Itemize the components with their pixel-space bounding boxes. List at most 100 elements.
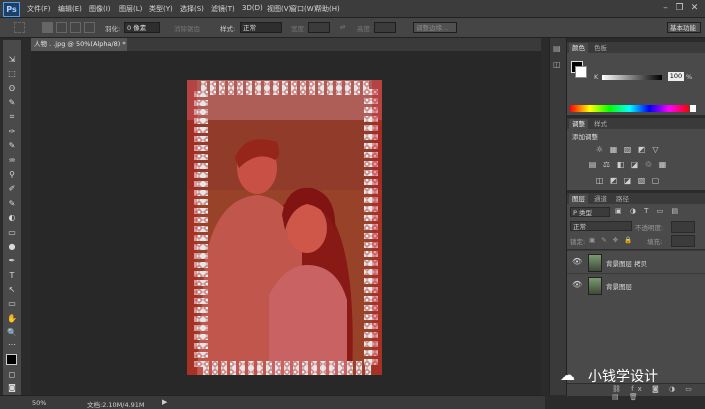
zoom-level[interactable]: 50% (32, 399, 46, 407)
gradient-map-icon[interactable]: ▧ (637, 176, 646, 185)
status-menu-arrow-icon[interactable]: ▶ (162, 398, 167, 406)
type-tool-icon[interactable]: T (5, 270, 19, 281)
invert-icon[interactable]: ◫ (595, 176, 604, 185)
document-tab[interactable]: 人物 . .jpg @ 50%(Alpha/8) * × (31, 38, 127, 51)
eye-icon[interactable]: 👁 (572, 257, 582, 266)
style-select[interactable]: 正常 (240, 22, 282, 33)
foreground-color-swatch[interactable] (6, 354, 17, 365)
blur-tool-icon[interactable]: ▭ (5, 227, 19, 238)
width-input[interactable] (308, 22, 330, 33)
add-selection-icon[interactable] (56, 22, 67, 33)
fill-input[interactable] (671, 235, 695, 247)
levels-icon[interactable]: ▦ (609, 145, 618, 154)
tab-swatches[interactable]: 色板 (591, 43, 610, 53)
lock-icons[interactable]: ▣ ✎ ✥ 🔒 (589, 236, 634, 244)
background-color-swatch[interactable] (575, 66, 587, 78)
layer-actions-icons[interactable]: ⛓ fx ◙ ◑ ▭ ▤ 🗑 (612, 385, 705, 401)
tab-adjustments[interactable]: 调整 (569, 119, 588, 129)
history-panel-icon[interactable]: ▤ (553, 44, 561, 53)
subtract-selection-icon[interactable] (70, 22, 81, 33)
color-panel-tabs: 颜色 色板 (567, 42, 705, 53)
tab-layers[interactable]: 图层 (569, 194, 588, 204)
document-canvas-image[interactable] (187, 80, 382, 375)
minimize-icon[interactable]: – (660, 3, 671, 13)
menu-type[interactable]: 类型(Y) (149, 4, 173, 14)
menu-filter[interactable]: 滤镜(T) (211, 4, 235, 14)
zoom-tool-icon[interactable]: 🔍 (5, 327, 19, 338)
layer-filter-icons[interactable]: ▣ ◑ T ▭ ▤ (615, 207, 681, 215)
eye-icon[interactable]: 👁 (572, 280, 582, 289)
layer-name: 背景图层 (606, 283, 632, 291)
height-input[interactable] (374, 22, 396, 33)
menu-layer[interactable]: 图层(L) (119, 4, 142, 14)
k-value-input[interactable]: 100 (668, 72, 684, 81)
color-balance-icon[interactable]: ⚖ (602, 160, 611, 169)
close-icon[interactable]: ✕ (689, 3, 700, 13)
lasso-tool-icon[interactable]: ʘ (5, 83, 19, 94)
white-ramp-swatch[interactable] (690, 105, 696, 112)
blend-mode-select[interactable]: 正常 (570, 221, 632, 231)
vibrance-icon[interactable]: ▽ (651, 145, 660, 154)
photo-filter-icon[interactable]: ◪ (630, 160, 639, 169)
tab-channels[interactable]: 通道 (591, 194, 610, 204)
screen-mode-icon[interactable]: ◙ (5, 382, 19, 393)
shape-tool-icon[interactable]: ▭ (5, 298, 19, 309)
hand-tool-icon[interactable]: ✋ (5, 313, 19, 324)
tab-paths[interactable]: 路径 (613, 194, 632, 204)
eyedropper-tool-icon[interactable]: ✑ (5, 126, 19, 137)
new-selection-icon[interactable] (42, 22, 53, 33)
swap-icon[interactable]: ⇄ (340, 23, 345, 31)
brightness-icon[interactable]: ☼ (595, 145, 604, 154)
hue-saturation-icon[interactable]: ▤ (588, 160, 597, 169)
marquee-tool-icon[interactable]: ⬚ (5, 68, 19, 79)
menu-edit[interactable]: 编辑(E) (58, 4, 82, 14)
color-lookup-icon[interactable]: ▦ (658, 160, 667, 169)
menu-window[interactable]: 窗口(W) (290, 4, 316, 14)
posterize-icon[interactable]: ◩ (609, 176, 618, 185)
k-slider[interactable] (602, 75, 662, 80)
eraser-tool-icon[interactable]: ✎ (5, 198, 19, 209)
channel-mixer-icon[interactable]: ♲ (644, 160, 653, 169)
tab-color[interactable]: 颜色 (569, 43, 588, 53)
quick-select-tool-icon[interactable]: ✎ (5, 97, 19, 108)
exposure-icon[interactable]: ◩ (637, 145, 646, 154)
selective-color-icon[interactable]: ▢ (651, 176, 660, 185)
quick-mask-icon[interactable]: ◻ (5, 369, 19, 380)
color-spectrum-ramp[interactable] (570, 105, 689, 112)
pen-tool-icon[interactable]: ✒ (5, 255, 19, 266)
photoshop-logo: Ps (3, 2, 20, 17)
dodge-tool-icon[interactable]: ● (5, 241, 19, 252)
more-tools-icon[interactable]: ⋯ (5, 339, 19, 350)
brush-tool-icon[interactable]: ♒ (5, 155, 19, 166)
menu-help[interactable]: 帮助(H) (315, 4, 340, 14)
threshold-icon[interactable]: ◪ (623, 176, 632, 185)
marquee-tool-icon[interactable] (14, 22, 25, 33)
curves-icon[interactable]: ▨ (623, 145, 632, 154)
menu-3d[interactable]: 3D(D) (242, 4, 263, 12)
properties-panel-icon[interactable]: ◫ (553, 60, 561, 69)
opacity-input[interactable] (671, 221, 695, 233)
path-select-tool-icon[interactable]: ↖ (5, 284, 19, 295)
stamp-tool-icon[interactable]: ⚲ (5, 169, 19, 180)
black-white-icon[interactable]: ◧ (616, 160, 625, 169)
layer-filter-select[interactable]: P 类型 (570, 207, 610, 217)
gradient-tool-icon[interactable]: ◐ (5, 212, 19, 223)
menu-file[interactable]: 文件(F) (27, 4, 51, 14)
menu-view[interactable]: 视图(V) (267, 4, 291, 14)
layer-row[interactable]: 👁 背景图层 (567, 273, 705, 297)
restore-icon[interactable]: ❐ (674, 3, 685, 13)
feather-input[interactable]: 0 像素 (124, 22, 160, 33)
history-brush-tool-icon[interactable]: ✐ (5, 183, 19, 194)
menu-bar: Ps 文件(F) 编辑(E) 图像(I) 图层(L) 类型(Y) 选择(S) 滤… (0, 0, 705, 18)
layer-row[interactable]: 👁 背景图层 拷贝 (567, 250, 705, 274)
crop-tool-icon[interactable]: ⌗ (5, 111, 19, 122)
menu-select[interactable]: 选择(S) (180, 4, 204, 14)
menu-image[interactable]: 图像(I) (89, 4, 111, 14)
antialias-checkbox[interactable]: 消除锯齿 (174, 23, 200, 33)
refine-edge-button[interactable]: 调整边缘... (413, 22, 457, 33)
healing-tool-icon[interactable]: ✎ (5, 140, 19, 151)
workspace-select[interactable]: 基本功能 (667, 22, 701, 33)
move-tool-icon[interactable]: ⇲ (5, 54, 19, 65)
tab-styles[interactable]: 样式 (591, 119, 610, 129)
intersect-selection-icon[interactable] (84, 22, 95, 33)
